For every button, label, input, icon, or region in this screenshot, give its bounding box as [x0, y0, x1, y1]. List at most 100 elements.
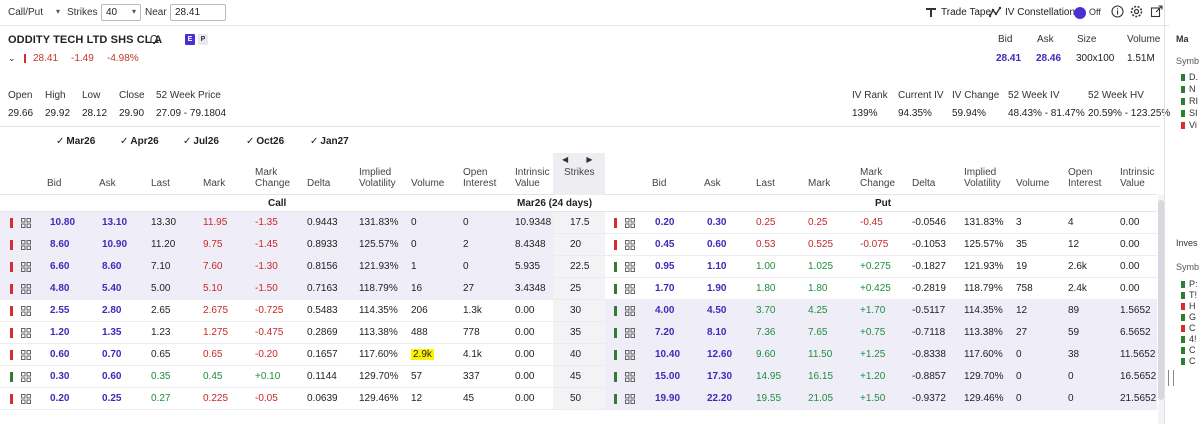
table-row[interactable]: 1.20 1.35 1.23 1.275 -0.475 0.2869 113.38% 488 7… [0, 322, 1157, 344]
col-put-bid[interactable]: Bid [652, 178, 666, 189]
put-intr-cell[interactable]: 0.00 [1120, 261, 1139, 272]
put-oi-cell[interactable]: 0 [1068, 393, 1074, 404]
call-last-cell[interactable]: 0.65 [151, 349, 170, 360]
grid-icon[interactable] [21, 306, 31, 316]
strike-cell[interactable]: 45 [570, 371, 581, 382]
call-vol-cell[interactable]: 0 [411, 217, 417, 228]
put-vol-cell[interactable]: 0 [1016, 349, 1022, 360]
call-mchg-cell[interactable]: -0.725 [255, 305, 283, 316]
put-vol-cell[interactable]: 0 [1016, 393, 1022, 404]
grid-icon[interactable] [21, 394, 31, 404]
col-put-oi-2[interactable]: Interest [1068, 178, 1101, 189]
col-put-markchange-1[interactable]: Mark [860, 167, 882, 178]
col-put-mark[interactable]: Mark [808, 178, 830, 189]
put-bid-cell[interactable]: 10.40 [655, 349, 680, 360]
table-row[interactable]: 0.20 0.25 0.27 0.225 -0.05 0.0639 129.46% 12 45 0… [0, 388, 1157, 410]
call-bid-cell[interactable]: 1.20 [50, 327, 69, 338]
call-oi-cell[interactable]: 778 [463, 327, 480, 338]
call-ask-cell[interactable]: 0.70 [102, 349, 121, 360]
table-row[interactable]: 10.80 13.10 13.30 11.95 -1.35 0.9443 131.83% 0 0… [0, 212, 1157, 234]
put-vol-cell[interactable]: 12 [1016, 305, 1027, 316]
call-intr-cell[interactable]: 0.00 [515, 371, 534, 382]
bell-icon[interactable] [148, 33, 160, 45]
col-call-intrinsic-2[interactable]: Value [515, 178, 540, 189]
grid-icon[interactable] [21, 262, 31, 272]
strike-cell[interactable]: 40 [570, 349, 581, 360]
put-delta-cell[interactable]: -0.2819 [912, 283, 946, 294]
call-last-cell[interactable]: 13.30 [151, 217, 176, 228]
put-mark-cell[interactable]: 11.50 [808, 349, 832, 360]
call-bid-cell[interactable]: 10.80 [50, 217, 75, 228]
call-mchg-cell[interactable]: -1.35 [255, 217, 278, 228]
call-iv-cell[interactable]: 125.57% [359, 239, 398, 250]
col-call-oi-2[interactable]: Interest [463, 178, 496, 189]
put-intr-cell[interactable]: 0.00 [1120, 239, 1139, 250]
table-row[interactable]: 0.30 0.60 0.35 0.45 +0.10 0.1144 129.70% 57 337 0… [0, 366, 1157, 388]
call-vol-cell[interactable]: 206 [411, 305, 428, 316]
put-delta-cell[interactable]: -0.0546 [912, 217, 946, 228]
call-mchg-cell[interactable]: -0.05 [255, 393, 278, 404]
call-mark-cell[interactable]: 0.45 [203, 371, 222, 382]
put-intr-cell[interactable]: 16.5652 [1120, 371, 1156, 382]
call-vol-cell[interactable]: 16 [411, 283, 422, 294]
call-oi-cell[interactable]: 0 [463, 261, 469, 272]
grid-icon[interactable] [625, 218, 635, 228]
call-intr-cell[interactable]: 10.9348 [515, 217, 551, 228]
col-call-last[interactable]: Last [151, 178, 170, 189]
call-last-cell[interactable]: 0.27 [151, 393, 170, 404]
put-ask-cell[interactable]: 4.50 [707, 305, 726, 316]
call-mark-cell[interactable]: 9.75 [203, 239, 222, 250]
put-iv-cell[interactable]: 114.35% [964, 305, 1003, 316]
put-intr-cell[interactable]: 0.00 [1120, 217, 1139, 228]
put-bid-cell[interactable]: 0.45 [655, 239, 674, 250]
call-mchg-cell[interactable]: -1.30 [255, 261, 278, 272]
strike-cell[interactable]: 35 [570, 327, 581, 338]
col-put-iv-1[interactable]: Implied [964, 167, 996, 178]
call-delta-cell[interactable]: 0.8156 [307, 261, 338, 272]
call-mchg-cell[interactable]: -1.45 [255, 239, 278, 250]
call-oi-cell[interactable]: 45 [463, 393, 474, 404]
call-oi-cell[interactable]: 4.1k [463, 349, 482, 360]
grid-icon[interactable] [625, 394, 635, 404]
put-oi-cell[interactable]: 59 [1068, 327, 1079, 338]
grid-icon[interactable] [625, 284, 635, 294]
put-bid-cell[interactable]: 7.20 [655, 327, 674, 338]
put-vol-cell[interactable]: 758 [1016, 283, 1033, 294]
call-iv-cell[interactable]: 117.60% [359, 349, 398, 360]
strike-cell[interactable]: 30 [570, 305, 581, 316]
call-vol-cell[interactable]: 0 [411, 239, 417, 250]
grid-icon[interactable] [625, 262, 635, 272]
col-put-volume[interactable]: Volume [1016, 178, 1049, 189]
call-delta-cell[interactable]: 0.5483 [307, 305, 338, 316]
put-ask-cell[interactable]: 12.60 [707, 349, 732, 360]
put-iv-cell[interactable]: 121.93% [964, 261, 1003, 272]
call-oi-cell[interactable]: 2 [463, 239, 469, 250]
col-put-intrinsic-1[interactable]: Intrinsic [1120, 167, 1154, 178]
side-list-item[interactable]: T! [1189, 290, 1197, 300]
col-call-iv-1[interactable]: Implied [359, 167, 391, 178]
put-bid-cell[interactable]: 1.70 [655, 283, 674, 294]
col-call-oi-1[interactable]: Open [463, 167, 487, 178]
put-last-cell[interactable]: 14.95 [756, 371, 781, 382]
call-intr-cell[interactable]: 3.4348 [515, 283, 546, 294]
put-iv-cell[interactable]: 113.38% [964, 327, 1003, 338]
col-call-ask[interactable]: Ask [99, 178, 116, 189]
put-ask-cell[interactable]: 22.20 [707, 393, 732, 404]
grid-icon[interactable] [21, 284, 31, 294]
put-ask-cell[interactable]: 1.90 [707, 283, 726, 294]
call-mark-cell[interactable]: 0.225 [203, 393, 228, 404]
call-intr-cell[interactable]: 0.00 [515, 349, 534, 360]
col-call-iv-2[interactable]: Volatility [359, 178, 396, 189]
call-delta-cell[interactable]: 0.1657 [307, 349, 338, 360]
call-bid-cell[interactable]: 2.55 [50, 305, 69, 316]
put-mchg-cell[interactable]: +0.275 [860, 261, 891, 272]
put-bid-cell[interactable]: 15.00 [655, 371, 680, 382]
put-delta-cell[interactable]: -0.5117 [912, 305, 945, 316]
put-bid-cell[interactable]: 0.20 [655, 217, 674, 228]
call-bid-cell[interactable]: 0.60 [50, 349, 69, 360]
call-last-cell[interactable]: 0.35 [151, 371, 170, 382]
col-put-oi-1[interactable]: Open [1068, 167, 1092, 178]
call-iv-cell[interactable]: 118.79% [359, 283, 398, 294]
call-oi-cell[interactable]: 1.3k [463, 305, 482, 316]
put-intr-cell[interactable]: 21.5652 [1120, 393, 1156, 404]
